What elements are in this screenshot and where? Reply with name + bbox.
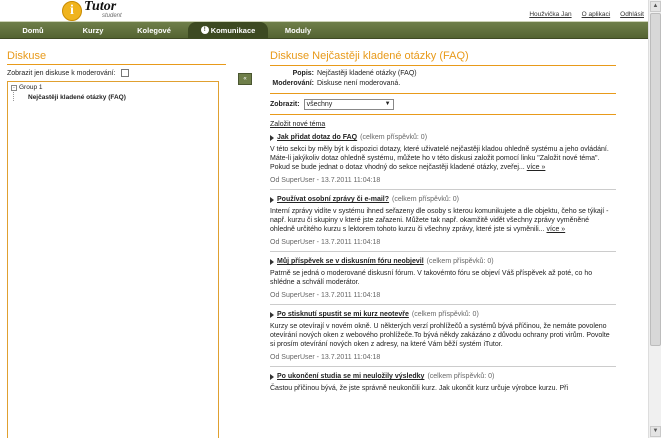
topic-divider [270,251,616,252]
description-value: Nejčastěji kladené otázky (FAQ) [317,70,417,77]
topic-list: Jak přidat dotaz do FAQ (celkem příspěvků… [270,134,616,393]
topic-divider [270,366,616,367]
bullet-arrow-icon [270,373,274,380]
nav-modules[interactable]: Moduly [268,22,328,39]
topic-title-link[interactable]: Můj příspěvek se v diskusním fóru neobje… [277,258,424,265]
topic-author: Od SuperUser - 13.7.2011 11:04:18 [270,177,381,184]
vertical-scrollbar[interactable]: ▲ ▼ [648,0,661,438]
topic-item: Po ukončení studia se mi neuložily výsle… [270,373,616,393]
nav-courses[interactable]: Kurzy [66,22,120,39]
logout-link[interactable]: Odhlásit [620,11,644,18]
topic-title-link[interactable]: Používat osobní zprávy či e-mail? [277,196,389,203]
scroll-down-icon[interactable]: ▼ [650,426,661,437]
title-divider [270,65,616,66]
topic-post-count: (celkem příspěvků: 0) [360,134,428,141]
nav-communication[interactable]: ! Komunikace [188,22,268,39]
topic-excerpt: Patrně se jedná o moderované diskusní fó… [270,270,593,286]
discussion-tree: - Group 1 Nejčastěji kladené otázky (FAQ… [7,81,219,438]
topic-divider [270,304,616,305]
collapse-toggle-icon[interactable]: - [11,84,17,91]
page-title: Diskuse Nejčastěji kladené otázky (FAQ) [270,50,469,62]
left-divider [7,64,226,65]
scroll-up-icon[interactable]: ▲ [650,1,661,12]
bullet-arrow-icon [270,134,274,141]
topic-post-count: (celkem příspěvků: 0) [411,311,479,318]
logo-subtitle: student [102,13,122,19]
topic-post-count: (celkem příspěvků: 0) [427,373,495,380]
tree-item-faq[interactable]: Nejčastěji kladené otázky (FAQ) [28,94,126,101]
info-icon: ! [200,26,209,35]
nav-colleagues[interactable]: Kolegové [120,22,188,39]
filter-select-value: všechny [306,101,333,108]
user-link[interactable]: Houžvička Jan [529,11,571,18]
bullet-arrow-icon [270,258,274,265]
topic-post-count: (celkem příspěvků: 0) [392,196,459,203]
top-links: Houžvička Jan O aplikaci Odhlásit [529,11,644,18]
nav-communication-label: Komunikace [210,26,256,35]
topic-excerpt: Kurzy se otevírají v novém okně. U někte… [270,323,610,348]
moderated-filter: Zobrazit jen diskuse k moderování: [7,69,129,77]
topic-excerpt: V této sekci by měly být k dispozici dot… [270,146,609,171]
topic-title-link[interactable]: Jak přidat dotaz do FAQ [277,134,357,141]
discussion-detail: Diskuse Nejčastěji kladené otázky (FAQ) … [270,50,616,393]
topic-item: Jak přidat dotaz do FAQ (celkem příspěvků… [270,134,616,190]
topic-author: Od SuperUser - 13.7.2011 11:04:18 [270,239,381,246]
left-title: Diskuse [7,50,47,62]
topic-author: Od SuperUser - 13.7.2011 11:04:18 [270,354,381,361]
topic-title-link[interactable]: Po ukončení studia se mi neuložily výsle… [277,373,424,380]
tree-item-faq-label: Nejčastěji kladené otázky (FAQ) [28,94,126,101]
scroll-thumb[interactable] [650,13,661,346]
discussion-meta: Popis: Nejčastěji kladené otázky (FAQ) Mo… [270,69,616,89]
more-link[interactable]: více » [547,226,566,233]
topic-author: Od SuperUser - 13.7.2011 11:04:18 [270,292,381,299]
topic-item: Můj příspěvek se v diskusním fóru neobje… [270,258,616,305]
app-header: i Tutor student Houžvička Jan O aplikaci… [0,0,648,22]
main-nav: Domů Kurzy Kolegové ! Komunikace Moduly [0,22,648,39]
filter-select[interactable]: všechny ▼ [303,99,394,110]
topic-excerpt: Častou příčinou bývá, že jste správně ne… [270,385,569,392]
moderation-label: Moderování: [272,80,314,87]
description-label: Popis: [292,70,314,77]
about-link[interactable]: O aplikaci [582,11,611,18]
new-topic-link[interactable]: Založit nové téma [270,121,616,128]
topic-title-link[interactable]: Po stisknutí spustit se mi kurz neotevře [277,311,409,318]
filter-divider [270,114,616,115]
filter-label: Zobrazit: [270,101,300,108]
topic-divider [270,189,616,190]
tree-item-group[interactable]: - Group 1 [11,84,43,91]
moderated-label: Zobrazit jen diskuse k moderování: [7,69,116,77]
bullet-arrow-icon [270,311,274,318]
logo-i-icon: i [62,1,82,21]
itutor-logo[interactable]: i Tutor student [62,0,142,21]
bullet-arrow-icon [270,196,274,203]
nav-home[interactable]: Domů [0,22,66,39]
topic-item: Po stisknutí spustit se mi kurz neotevře… [270,311,616,367]
moderated-checkbox[interactable] [120,69,129,77]
meta-divider [270,93,616,94]
moderation-value: Diskuse není moderovaná. [317,80,401,87]
more-link[interactable]: více » [527,164,546,171]
topic-item: Používat osobní zprávy či e-mail? (celkem… [270,196,616,252]
tree-item-group-label: Group 1 [19,84,43,91]
filter-row: Zobrazit: všechny ▼ [270,99,616,110]
collapse-panel-button[interactable]: « [238,73,252,85]
topic-post-count: (celkem příspěvků: 0) [426,258,494,265]
dropdown-arrow-icon: ▼ [384,101,391,107]
